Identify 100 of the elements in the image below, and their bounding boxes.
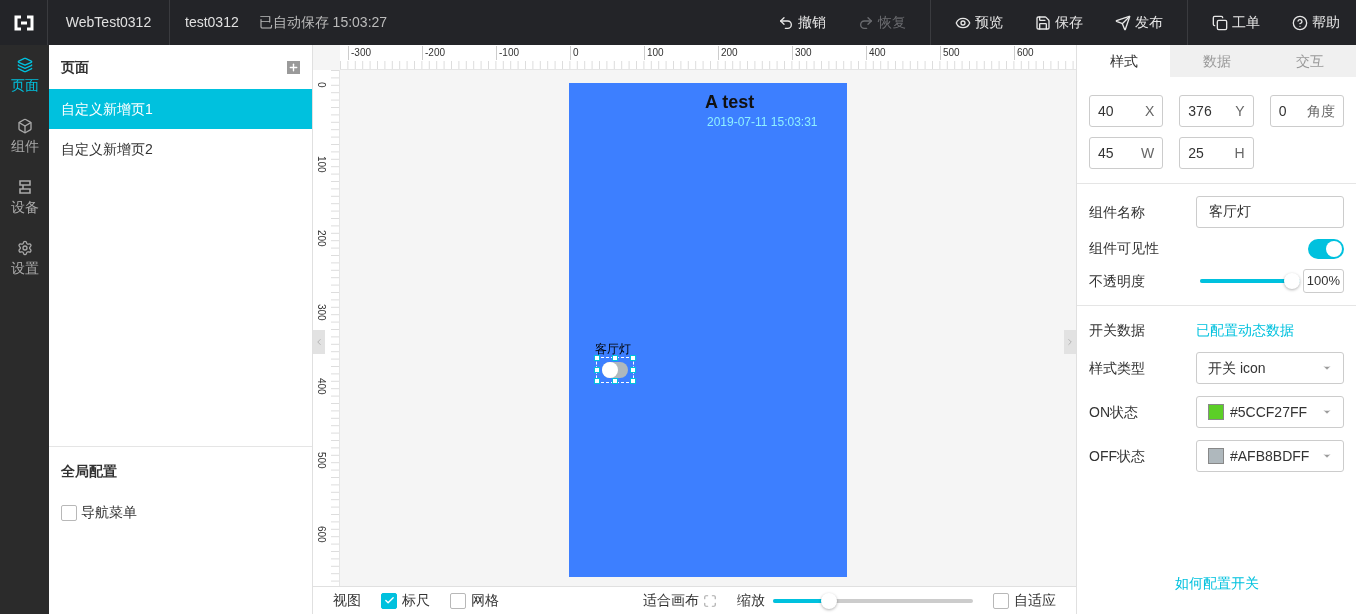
cube-icon [16,118,33,134]
zoom-slider[interactable] [773,592,973,609]
fit-canvas-icon[interactable] [703,593,717,608]
nav-item[interactable]: 页面 [10,57,39,96]
logo-icon [12,14,35,31]
field-value: 0 [1278,101,1287,121]
ruler-label: -100 [496,46,519,60]
field-value: 45 [1098,143,1114,163]
opacity-value-field[interactable]: 100% [1302,269,1344,293]
field-label: 样式类型 [1089,358,1145,378]
field-label: 组件名称 [1089,202,1145,222]
fit-canvas-label: 适合画布 [643,591,699,610]
toggle-widget[interactable] [596,357,634,383]
section-title: 全局配置 [61,462,118,481]
ruler-label: 400 [315,378,327,395]
ruler-label: 600 [315,526,327,543]
ruler-label: 300 [792,46,812,60]
save-button[interactable]: 保存 [1027,7,1091,38]
caret-icon [1322,363,1332,373]
redo-icon [858,14,874,31]
ruler-label: 0 [315,82,327,88]
field-unit: H [1234,143,1245,163]
visibility-toggle[interactable] [1308,238,1344,259]
geometry-field[interactable]: 40 X [1089,95,1164,127]
settings-icon [16,240,33,256]
help-icon [1292,14,1308,31]
nav-item[interactable]: 设备 [10,179,39,218]
add-page-button[interactable] [287,60,300,74]
field-label: 组件可见性 [1089,239,1159,258]
checkbox[interactable] [381,592,397,609]
checkbox[interactable] [993,592,1009,609]
geometry-field[interactable]: 25 H [1179,137,1254,169]
component-name-field[interactable]: 客厅灯 [1196,196,1344,228]
ruler-label: 500 [315,452,327,469]
publish-button[interactable]: 发布 [1107,7,1171,38]
project-name: WebTest0312 [65,13,152,32]
field-unit: Y [1235,101,1245,121]
check-icon [383,595,395,606]
ruler-label: 500 [940,46,960,60]
undo-icon [778,14,794,31]
checkbox-label: 自适应 [1014,591,1056,610]
opacity-slider[interactable] [1200,273,1300,289]
checkbox-label: 网格 [471,591,499,610]
undo-button[interactable]: 撤销 [770,7,834,38]
select-value: #AFB8BDFF [1230,446,1310,466]
chevron-left-icon [314,337,324,347]
view-label: 视图 [333,591,361,610]
ruler-label: 200 [718,46,738,60]
nav-item[interactable]: 组件 [10,118,39,157]
canvas-title: A test [705,91,755,114]
ruler-label: 400 [866,46,886,60]
paper-plane-icon [1115,14,1131,31]
ruler-label: 300 [315,304,327,321]
select-value: #5CCF27FF [1230,402,1308,422]
help-button[interactable]: 帮助 [1284,7,1348,38]
canvas-timestamp: 2019-07-11 15:03:31 [707,114,818,131]
geometry-field[interactable]: 0 角度 [1269,95,1344,127]
geometry-field[interactable]: 45 W [1089,137,1164,169]
nav-item[interactable]: 设置 [10,240,39,279]
preview-button[interactable]: 预览 [947,7,1011,38]
checkbox[interactable] [61,504,77,521]
ruler-label: 100 [644,46,664,60]
field-label: 开关数据 [1089,320,1145,340]
widget-label: 客厅灯 [595,341,631,358]
select-field[interactable]: 开关 icon [1196,352,1344,384]
layers-icon [16,57,33,73]
field-unit: X [1145,101,1155,121]
field-label: OFF状态 [1089,446,1145,466]
device-icon [16,179,33,195]
collapse-left-button[interactable] [313,330,325,354]
field-label: ON状态 [1089,402,1138,422]
select-field[interactable]: #5CCF27FF [1196,396,1344,428]
caret-icon [1322,407,1332,417]
select-field[interactable]: #AFB8BDFF [1196,440,1344,472]
zoom-label: 缩放 [737,591,765,610]
ruler-label: 0 [570,46,579,60]
field-unit: 角度 [1307,101,1335,121]
collapse-right-button[interactable] [1064,330,1076,354]
page-item[interactable]: 自定义新增页2 [49,129,312,169]
field-unit: W [1141,143,1155,163]
slider-thumb[interactable] [820,592,837,609]
checkbox[interactable] [450,592,466,609]
ruler-label: 100 [315,156,327,173]
ruler-label: 600 [1014,46,1034,60]
checkbox-label: 标尺 [402,591,430,610]
ticket-button[interactable]: 工单 [1204,7,1268,38]
field-label: 不透明度 [1089,271,1146,291]
save-icon [1035,14,1051,31]
chevron-right-icon [1065,337,1075,347]
ruler-label: -300 [348,46,371,60]
slider-thumb[interactable] [1284,273,1300,289]
page-name: test0312 [185,13,239,32]
autosave-status: 已自动保存 15:03:27 [258,13,388,32]
checkbox-label: 导航菜单 [81,503,137,522]
geometry-field[interactable]: 376 Y [1179,95,1254,127]
plus-icon [288,61,299,73]
select-value: 开关 icon [1208,358,1266,378]
field-value: 25 [1188,143,1204,163]
copy-icon [1212,14,1228,31]
field-value: 376 [1188,101,1212,121]
